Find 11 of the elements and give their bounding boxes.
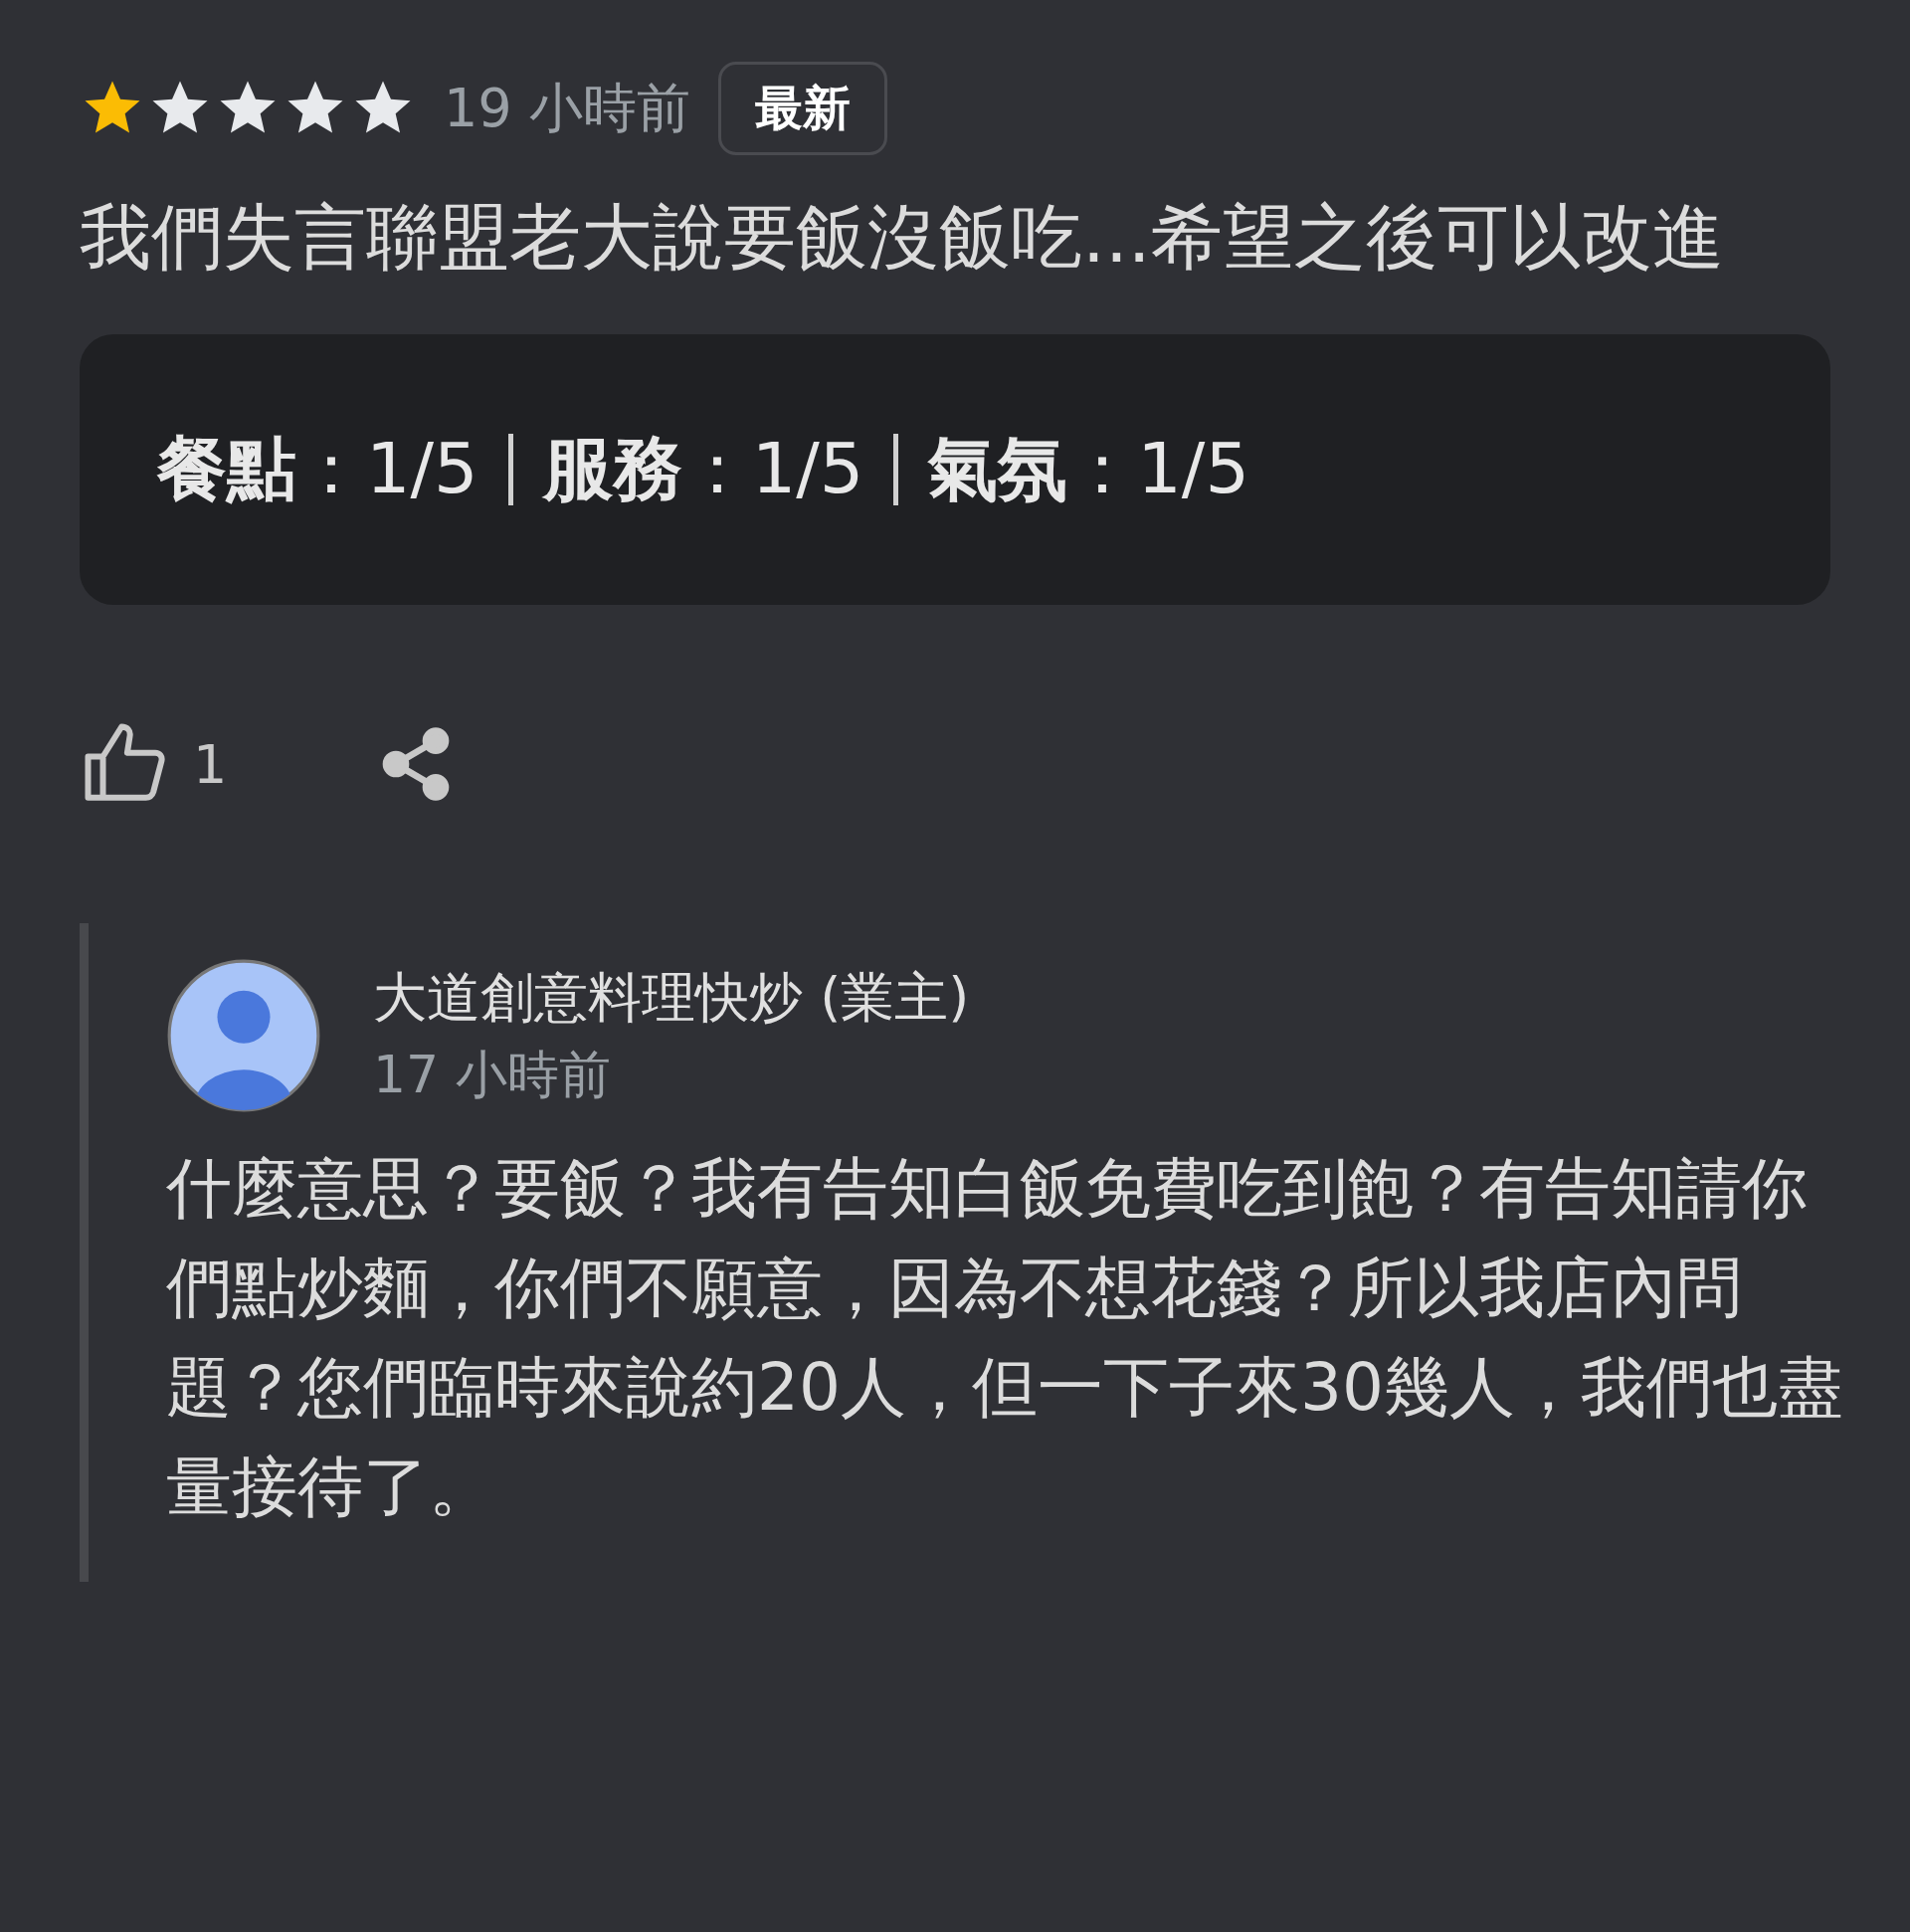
like-count: 1 (193, 732, 228, 796)
rating-text: 服務：1/5 (542, 427, 864, 511)
review-text: 我們失言聯盟老大說要飯沒飯吃...希望之後可以改進 (80, 194, 1725, 281)
rating-text: 氣氛：1/5 (928, 427, 1249, 511)
reply-time: 17 小時前 (373, 1043, 612, 1106)
owner-name: 大道創意料理快炒 (業主) (373, 964, 970, 1031)
newest-badge: 最新 (717, 62, 887, 155)
avatar-icon (166, 958, 321, 1113)
rating-text: 餐點：1/5 (157, 427, 478, 511)
reply-text: 什麼意思？要飯？我有告知白飯免費吃到飽？有告知請你們點炒麵，你們不願意，因為不想花錢？所以我店內問題？您們臨時來說約20人，但一下子來30幾人，我們也盡量接待了。 (166, 1149, 1844, 1527)
review-time: 19 小時前 (444, 75, 690, 141)
